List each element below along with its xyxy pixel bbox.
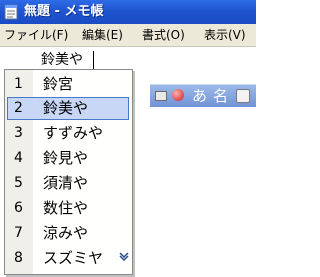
title-bar[interactable]: 無題 - メモ帳 bbox=[0, 0, 256, 24]
candidate-text: 鈴宮 bbox=[43, 75, 74, 93]
candidate-item[interactable]: 6 数住や bbox=[5, 196, 132, 220]
window-title: 無題 - メモ帳 bbox=[24, 4, 104, 19]
more-candidates-icon[interactable] bbox=[119, 251, 129, 261]
candidate-number: 2 bbox=[14, 100, 23, 116]
candidate-text: 須清や bbox=[43, 174, 89, 192]
conversion-mode-button[interactable]: 名 bbox=[213, 86, 228, 106]
candidate-text: 涼みや bbox=[43, 224, 89, 242]
ime-tools-icon[interactable] bbox=[236, 89, 250, 103]
input-mode-button[interactable]: あ bbox=[192, 86, 207, 106]
candidate-item[interactable]: 3 すずみや bbox=[5, 121, 132, 145]
candidate-text: 鈴美や bbox=[43, 99, 89, 117]
candidate-text: すずみや bbox=[43, 124, 104, 142]
ime-toolbar: あ 名 bbox=[150, 84, 256, 107]
candidate-number: 4 bbox=[14, 150, 23, 166]
candidate-item[interactable]: 8 スズミヤ bbox=[5, 246, 132, 270]
candidate-item[interactable]: 1 鈴宮 bbox=[5, 72, 132, 96]
candidate-list: 1 鈴宮 2 鈴美や 3 すずみや 4 鈴見や 5 須清や 6 数住や 7 涼み… bbox=[4, 69, 133, 275]
candidate-item-selected[interactable]: 2 鈴美や bbox=[5, 96, 132, 120]
candidate-text: スズミヤ bbox=[43, 249, 104, 267]
candidate-text: 数住や bbox=[43, 199, 89, 217]
menu-format[interactable]: 書式(O) bbox=[142, 27, 185, 43]
text-caret bbox=[93, 51, 94, 69]
candidate-number: 5 bbox=[14, 175, 23, 191]
menu-file[interactable]: ファイル(F) bbox=[4, 27, 68, 43]
candidate-item[interactable]: 4 鈴見や bbox=[5, 146, 132, 170]
ime-composition-text: 鈴美や bbox=[41, 50, 85, 71]
candidate-item[interactable]: 7 涼みや bbox=[5, 221, 132, 245]
ime-status-icon[interactable] bbox=[172, 89, 184, 101]
candidate-number: 8 bbox=[14, 250, 23, 266]
menu-bar: ファイル(F) 編集(E) 書式(O) 表示(V) bbox=[0, 24, 256, 47]
notepad-icon bbox=[4, 4, 18, 20]
candidate-number: 3 bbox=[14, 125, 23, 141]
keyboard-icon[interactable] bbox=[155, 91, 167, 101]
candidate-number: 6 bbox=[14, 200, 23, 216]
candidate-text: 鈴見や bbox=[43, 149, 89, 167]
candidate-number: 1 bbox=[14, 76, 23, 92]
menu-edit[interactable]: 編集(E) bbox=[82, 27, 123, 43]
candidate-item[interactable]: 5 須清や bbox=[5, 171, 132, 195]
menu-view[interactable]: 表示(V) bbox=[204, 27, 246, 43]
candidate-number: 7 bbox=[14, 225, 23, 241]
